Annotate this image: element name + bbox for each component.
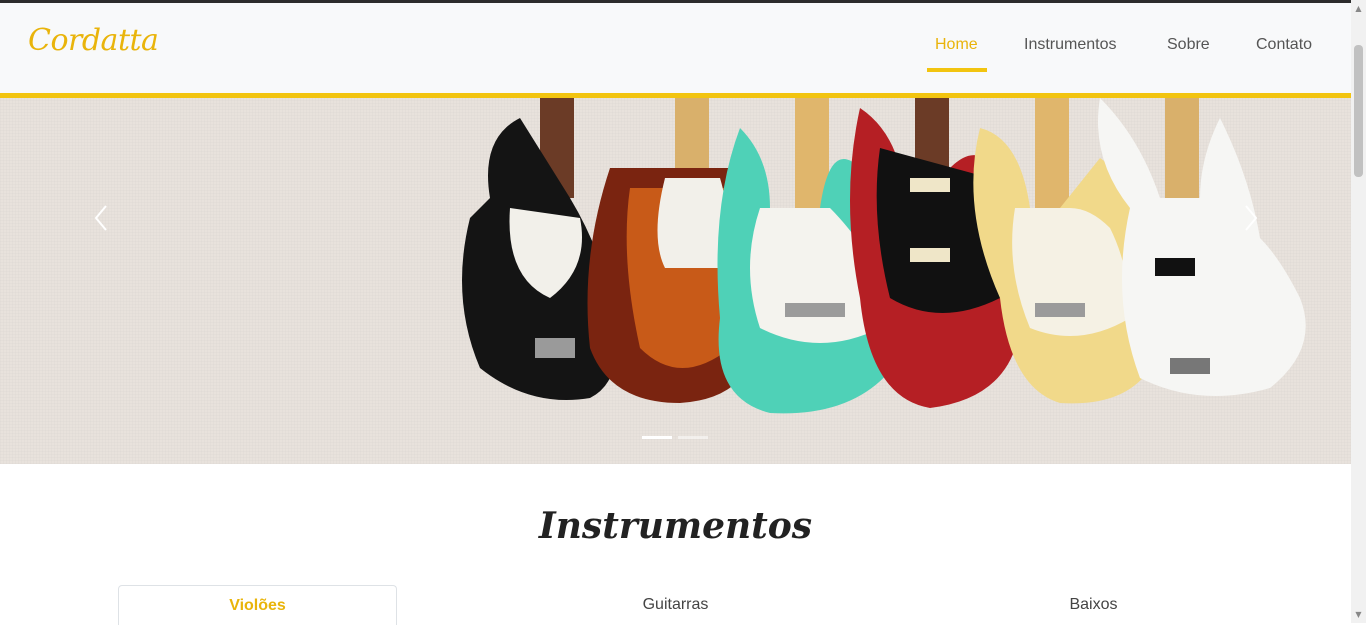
hero-carousel <box>0 98 1351 464</box>
nav-link-contato[interactable]: Contato <box>1256 36 1312 54</box>
nav-link-instrumentos[interactable]: Instrumentos <box>1024 36 1116 54</box>
tab-baixos[interactable]: Baixos <box>954 585 1233 625</box>
navbar: Cordatta Home Instrumentos Sobre Contato <box>0 3 1351 98</box>
brand-logo[interactable]: Cordatta <box>28 23 159 58</box>
carousel-indicators <box>642 436 708 439</box>
chevron-right-icon <box>1245 205 1258 231</box>
page-scrollbar[interactable]: ▲ ▼ <box>1351 0 1366 623</box>
tab-violoes[interactable]: Violões <box>118 585 397 625</box>
carousel-next-button[interactable] <box>1236 203 1266 233</box>
carousel-indicator-1[interactable] <box>642 436 672 439</box>
chevron-left-icon <box>94 205 107 231</box>
carousel-prev-button[interactable] <box>86 203 116 233</box>
scroll-up-icon[interactable]: ▲ <box>1354 4 1363 13</box>
nav-link-sobre[interactable]: Sobre <box>1167 36 1210 54</box>
nav-active-indicator <box>927 68 987 72</box>
tab-guitarras[interactable]: Guitarras <box>536 585 815 625</box>
instruments-section-title: Instrumentos <box>538 505 813 547</box>
scrollbar-thumb[interactable] <box>1354 45 1363 177</box>
scroll-down-icon[interactable]: ▼ <box>1354 610 1363 619</box>
carousel-indicator-2[interactable] <box>678 436 708 439</box>
nav-link-home[interactable]: Home <box>935 36 978 54</box>
instrument-tabs: Violões Guitarras Baixos <box>118 585 1233 625</box>
guitar-lineup-image <box>462 98 1306 414</box>
